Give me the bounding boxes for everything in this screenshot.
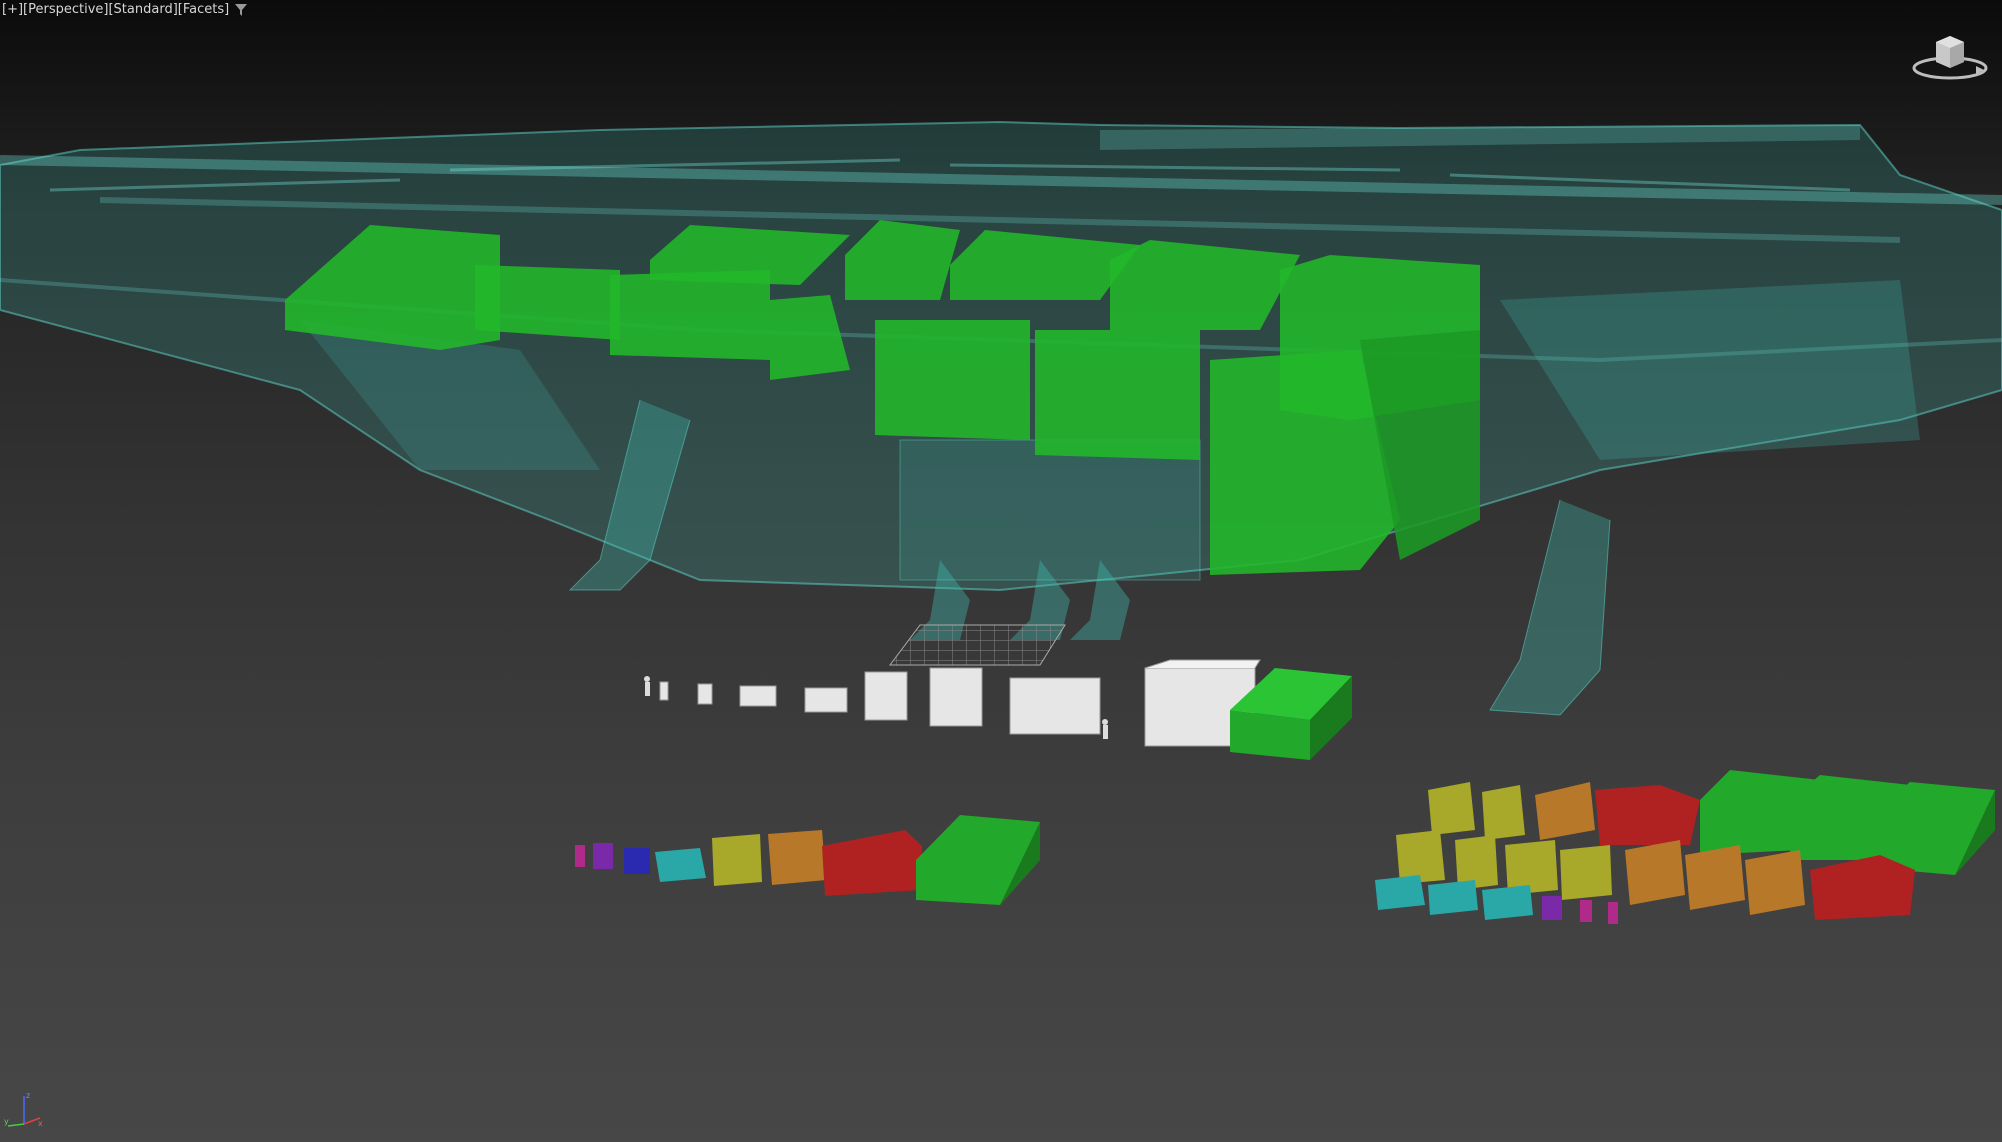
- funnel-icon[interactable]: [235, 3, 248, 16]
- axis-y-label: y: [4, 1117, 9, 1126]
- viewport-shading-facets-menu[interactable]: [Facets]: [178, 2, 229, 17]
- viewport-label-menu: [+] [Perspective] [Standard] [Facets]: [2, 2, 248, 17]
- viewcube-icon[interactable]: [1910, 28, 1990, 88]
- cargo-size-cluster-right[interactable]: [1375, 770, 1995, 924]
- axis-z-label: z: [26, 1091, 30, 1100]
- viewport-scene[interactable]: [0, 0, 2002, 1142]
- 3d-viewport[interactable]: [+] [Perspective] [Standard] [Facets] z …: [0, 0, 2002, 1142]
- axis-x-label: x: [38, 1119, 43, 1128]
- grid-plane: [889, 624, 1066, 666]
- viewport-pov-menu[interactable]: [Perspective]: [23, 2, 108, 17]
- axis-tripod-icon: z x y: [4, 1090, 44, 1130]
- viewport-shading-standard-menu[interactable]: [Standard]: [108, 2, 177, 17]
- cargo-size-row-left[interactable]: [575, 815, 1040, 905]
- viewport-general-menu[interactable]: [+]: [2, 2, 23, 17]
- white-crate-stacks[interactable]: [659, 659, 1261, 747]
